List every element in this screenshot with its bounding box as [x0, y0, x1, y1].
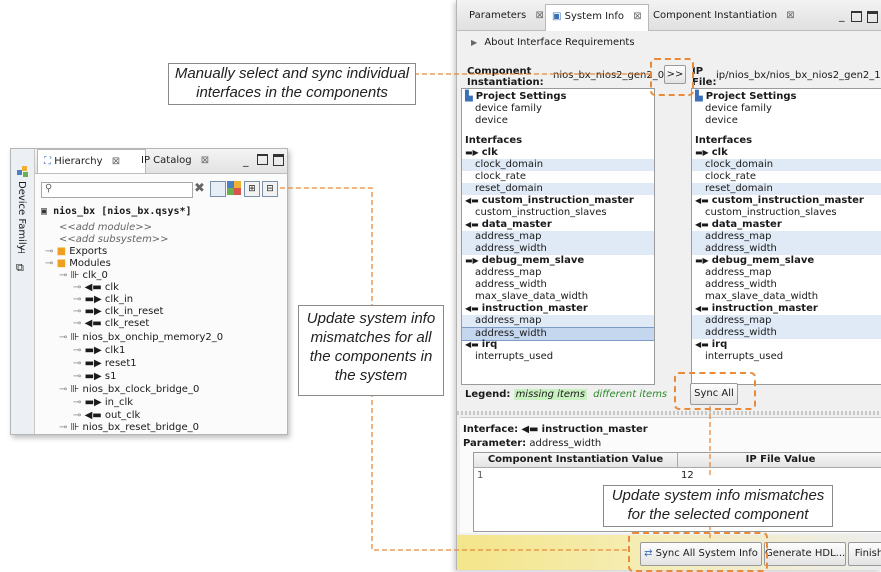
callout-manual-sync: Manually select and sync individual inte… — [168, 63, 416, 105]
callout-update-all: Update system info mismatches for all th… — [298, 305, 444, 396]
callout-line: the system — [334, 367, 408, 384]
callout-line: for the selected component — [627, 506, 809, 523]
callout-line: mismatches for all — [310, 329, 432, 346]
callout-line: Update system info mismatches — [611, 487, 825, 504]
highlight-sync-interface — [650, 58, 694, 96]
highlight-sync-all — [674, 372, 756, 410]
callout-line: Manually select and sync individual — [174, 65, 410, 82]
highlight-sync-all-system-info — [628, 532, 768, 572]
callout-line: interfaces in the components — [196, 84, 388, 101]
callout-line: the components in — [309, 348, 433, 365]
callout-update-selected: Update system info mismatches for the se… — [603, 485, 833, 527]
callout-line: Update system info — [306, 310, 436, 327]
